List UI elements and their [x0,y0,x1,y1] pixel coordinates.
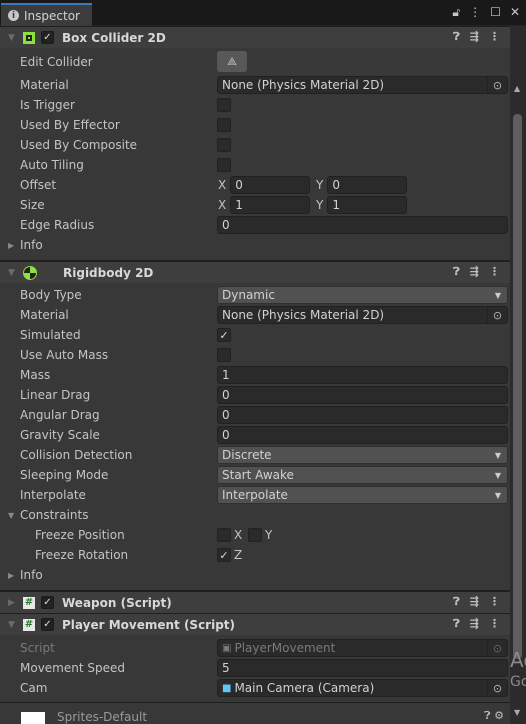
body-type-dropdown[interactable]: Dynamic ▼ [217,286,508,304]
object-picker-icon[interactable]: ⊙ [487,77,507,93]
edit-collider-button[interactable]: ⟁ [217,51,247,72]
weapon-header[interactable]: ▶ # ✓ Weapon (Script) ❓︎ ⇶ ⋮ [0,591,510,613]
auto-tiling-checkbox[interactable] [217,158,231,172]
script-icon: ▣ [222,642,232,654]
more-icon[interactable]: ⋮ [489,595,500,609]
freeze-position-x-checkbox[interactable] [217,528,231,542]
help-icon[interactable]: ❓︎ [453,595,460,609]
box-collider-header[interactable]: ▼ ✓ Box Collider 2D ❓︎ ⇶ ⋮ [0,26,510,48]
help-icon[interactable]: ❓︎ [453,265,460,279]
scroll-down-icon[interactable]: ▼ [514,708,520,717]
edge-radius-field[interactable]: 0 [217,216,508,234]
scrollbar[interactable]: ▲ ▼ Ac Go [510,26,526,724]
collision-detection-dropdown[interactable]: Discrete ▼ [217,446,508,464]
inspector-content: ▼ ✓ Box Collider 2D ❓︎ ⇶ ⋮ Edit Collider ⟁… [0,26,510,724]
foldout-expanded-icon[interactable]: ▼ [8,33,16,43]
size-y-field[interactable]: 1 [327,196,408,214]
maximize-icon[interactable]: ☐ [490,5,501,20]
material-field[interactable]: None (Physics Material 2D) ⊙ [217,76,508,94]
foldout-expanded-icon: ▼ [8,510,15,520]
tab-bar: i Inspector 🔓︎ ⋮ ☐ ✕ [0,0,526,26]
help-icon[interactable]: ❓︎ [484,709,491,722]
box-collider-icon [23,31,35,44]
material-field[interactable]: None (Physics Material 2D) ⊙ [217,306,508,324]
more-icon[interactable]: ⋮ [489,617,500,631]
cam-field[interactable]: ■ Main Camera (Camera) ⊙ [217,679,508,697]
help-icon[interactable]: ❓︎ [453,617,460,631]
presets-icon[interactable]: ⇶ [470,617,479,631]
use-auto-mass-checkbox[interactable] [217,348,231,362]
foldout-collapsed-icon: ▶ [8,240,15,250]
scroll-up-icon[interactable]: ▲ [514,84,520,93]
foldout-expanded-icon[interactable]: ▼ [8,620,16,630]
simulated-checkbox[interactable]: ✓ [217,328,231,342]
enabled-checkbox[interactable]: ✓ [41,596,54,609]
used-by-effector-checkbox[interactable] [217,118,231,132]
foldout-expanded-icon[interactable]: ▼ [8,268,16,278]
rigidbody-icon [23,265,37,280]
presets-icon[interactable]: ⇶ [470,595,479,609]
linear-drag-field[interactable]: 0 [217,386,508,404]
info-foldout[interactable]: ▶ Info [0,235,510,255]
rigidbody-header[interactable]: ▼ Rigidbody 2D ❓︎ ⇶ ⋮ [0,261,510,283]
script-field: ▣ PlayerMovement ⊙ [217,639,508,657]
constraints-foldout[interactable]: ▼ Constraints [0,505,510,525]
freeze-position-y-checkbox[interactable] [248,528,262,542]
angular-drag-field[interactable]: 0 [217,406,508,424]
chevron-down-icon: ▼ [494,290,501,300]
presets-icon[interactable]: ⇶ [470,265,479,279]
material-preview [21,712,45,724]
object-picker-icon[interactable]: ⊙ [487,307,507,323]
foldout-collapsed-icon[interactable]: ▶ [8,598,16,608]
close-icon[interactable]: ✕ [510,5,520,20]
enabled-checkbox[interactable]: ✓ [41,618,54,631]
more-icon[interactable]: ⋮ [469,5,481,20]
script-icon: # [23,618,35,631]
material-footer[interactable]: Sprites-Default ❓︎ ⚙ [0,703,510,724]
foldout-collapsed-icon: ▶ [8,570,15,580]
offset-x-field[interactable]: 0 [230,176,311,194]
chevron-down-icon: ▼ [494,490,501,500]
movement-speed-field[interactable]: 5 [217,659,508,677]
chevron-down-icon: ▼ [494,470,501,480]
gear-icon[interactable]: ⚙ [494,709,504,722]
chevron-down-icon: ▼ [494,450,501,460]
camera-icon: ■ [222,682,232,694]
tab-inspector[interactable]: i Inspector [1,3,92,26]
mass-field[interactable]: 1 [217,366,508,384]
more-icon[interactable]: ⋮ [489,265,500,279]
freeze-rotation-z-checkbox[interactable]: ✓ [217,548,231,562]
offset-y-field[interactable]: 0 [327,176,408,194]
scrollbar-thumb[interactable] [513,114,522,659]
object-picker-icon[interactable]: ⊙ [487,680,507,696]
enabled-checkbox[interactable]: ✓ [41,31,54,44]
more-icon[interactable]: ⋮ [489,30,500,44]
info-foldout[interactable]: ▶ Info [0,565,510,585]
presets-icon[interactable]: ⇶ [470,30,479,44]
gravity-scale-field[interactable]: 0 [217,426,508,444]
is-trigger-checkbox[interactable] [217,98,231,112]
used-by-composite-checkbox[interactable] [217,138,231,152]
help-icon[interactable]: ❓︎ [453,30,460,44]
player-movement-header[interactable]: ▼ # ✓ Player Movement (Script) ❓︎ ⇶ ⋮ [0,613,510,635]
object-picker-icon: ⊙ [487,640,507,656]
sleeping-mode-dropdown[interactable]: Start Awake ▼ [217,466,508,484]
interpolate-dropdown[interactable]: Interpolate ▼ [217,486,508,504]
script-icon: # [23,596,35,609]
size-x-field[interactable]: 1 [230,196,311,214]
info-icon: i [8,10,19,21]
lock-icon[interactable]: 🔓︎ [452,5,460,20]
